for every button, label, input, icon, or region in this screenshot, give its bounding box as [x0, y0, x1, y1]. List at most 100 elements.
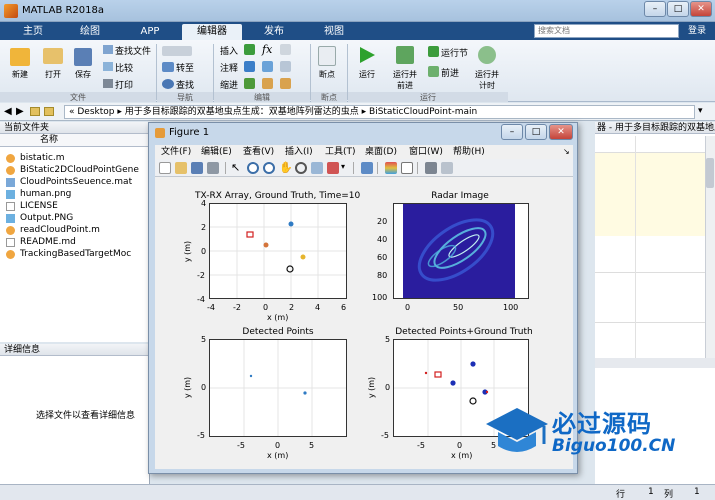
path-desktop[interactable]: Desktop: [77, 107, 114, 117]
run-section-button[interactable]: 运行节: [441, 46, 468, 59]
plot2-xtick: 0: [405, 303, 411, 312]
browse-folder-icon[interactable]: [44, 107, 54, 116]
open-button[interactable]: 打开: [38, 69, 68, 80]
indent-button[interactable]: 缩进: [220, 78, 238, 91]
plot2-ytick: 20: [377, 217, 388, 226]
menu-view[interactable]: 查看(V): [243, 145, 274, 159]
dock-arrow-icon[interactable]: ↘: [563, 147, 570, 156]
fx-icon[interactable]: fx: [262, 43, 272, 56]
goto-button[interactable]: 转至: [176, 61, 194, 74]
insert-section-icon[interactable]: [244, 44, 255, 55]
list-item[interactable]: BiStatic2DCloudPointGene: [6, 164, 139, 176]
list-item[interactable]: bistatic.m: [6, 152, 65, 164]
new-icon: [10, 48, 30, 66]
path-repo[interactable]: BiStaticCloudPoint-main: [369, 107, 477, 117]
login-button[interactable]: 登录: [683, 24, 711, 38]
comment-icon[interactable]: [244, 61, 255, 72]
breakpoints-button[interactable]: 断点: [312, 69, 342, 80]
tab-home[interactable]: 主页: [8, 24, 58, 40]
link-plot-icon[interactable]: [361, 162, 373, 174]
minimize-button[interactable]: –: [644, 1, 666, 17]
menu-window[interactable]: 窗口(W): [409, 145, 443, 159]
pan-icon[interactable]: ✋: [279, 161, 293, 174]
workspace-header: [595, 358, 715, 368]
menu-insert[interactable]: 插入(I): [285, 145, 313, 159]
menu-file[interactable]: 文件(F): [161, 145, 191, 159]
close-button[interactable]: ✕: [690, 1, 712, 17]
brush-icon[interactable]: [327, 162, 339, 174]
compare-button[interactable]: 比较: [115, 61, 133, 74]
increase-indent-icon[interactable]: [262, 78, 273, 89]
maximize-button[interactable]: □: [667, 1, 689, 17]
pointer-icon[interactable]: ↖: [231, 161, 240, 174]
list-item[interactable]: readCloudPoint.m: [6, 224, 100, 236]
figure-close-button[interactable]: ✕: [549, 124, 573, 140]
new-button[interactable]: 新建: [4, 69, 36, 80]
run-button[interactable]: 运行: [352, 69, 382, 80]
scrollbar-thumb[interactable]: [706, 158, 714, 188]
divider: [377, 162, 378, 174]
tab-publish[interactable]: 发布: [246, 24, 302, 40]
menu-help[interactable]: 帮助(H): [453, 145, 485, 159]
colorbar-icon[interactable]: [385, 162, 397, 174]
list-item[interactable]: TrackingBasedTargetMoc: [6, 248, 131, 260]
print-button[interactable]: 打印: [115, 78, 133, 91]
list-item[interactable]: LICENSE: [6, 200, 58, 212]
list-item[interactable]: human.png: [6, 188, 71, 200]
plot2-xtick: 100: [503, 303, 519, 312]
save-button[interactable]: 保存: [68, 69, 98, 80]
tab-apps[interactable]: APP: [122, 24, 178, 40]
list-item[interactable]: Output.PNG: [6, 212, 73, 224]
list-item[interactable]: CloudPointsSeuence.mat: [6, 176, 132, 188]
list-item[interactable]: README.md: [6, 236, 76, 248]
menu-tools[interactable]: 工具(T): [325, 145, 356, 159]
row-label: 行: [616, 490, 626, 500]
column-header-name[interactable]: 名称: [0, 134, 149, 147]
figure-maximize-button[interactable]: □: [525, 124, 547, 140]
run-advance-button[interactable]: 运行并 前进: [388, 69, 422, 91]
find-files-button[interactable]: 查找文件: [115, 44, 151, 57]
smart-indent-icon[interactable]: [244, 78, 255, 89]
brush-dropdown-icon[interactable]: ▾: [341, 162, 345, 171]
advance-button[interactable]: 前进: [441, 66, 459, 79]
zoom-in-icon[interactable]: [247, 162, 259, 174]
insert-button[interactable]: 插入: [220, 44, 238, 57]
menu-edit[interactable]: 编辑(E): [201, 145, 232, 159]
forward-arrow-icon[interactable]: ▶: [16, 106, 24, 117]
path-project[interactable]: 用于多目标跟踪的双基地虫点生成：双基地阵列雷达的虫点: [125, 107, 359, 117]
folder-up-icon[interactable]: [30, 107, 40, 116]
breakpoints-icon: [318, 46, 336, 66]
tab-editor[interactable]: 编辑器: [182, 24, 242, 40]
wrap-comments-icon[interactable]: [280, 61, 291, 72]
plot3-axes[interactable]: [209, 339, 347, 437]
decrease-indent-icon[interactable]: [280, 78, 291, 89]
menu-desktop[interactable]: 桌面(D): [365, 145, 397, 159]
tab-view[interactable]: 视图: [306, 24, 362, 40]
path-dropdown-icon[interactable]: ▾: [698, 106, 703, 116]
open-file-icon[interactable]: [175, 162, 187, 174]
figure-minimize-button[interactable]: –: [501, 124, 523, 140]
target-point: [300, 254, 306, 260]
data-cursor-icon[interactable]: [311, 162, 323, 174]
uncomment-icon[interactable]: [262, 61, 273, 72]
rotate-icon[interactable]: [295, 162, 307, 174]
current-path[interactable]: « Desktop ▸ 用于多目标跟踪的双基地虫点生成：双基地阵列雷达的虫点 ▸…: [64, 105, 695, 119]
find-button[interactable]: 查找: [176, 78, 194, 91]
tab-plots[interactable]: 绘图: [64, 24, 116, 40]
search-input[interactable]: 搜索文档: [534, 24, 679, 38]
zoom-out-icon[interactable]: [263, 162, 275, 174]
watermark-logo: 必过源码 Biguo100.CN: [486, 398, 711, 468]
new-figure-icon[interactable]: [159, 162, 171, 174]
print-figure-icon[interactable]: [207, 162, 219, 174]
plot1-axes[interactable]: [209, 203, 347, 299]
hide-plot-tools-icon[interactable]: [425, 162, 437, 174]
show-plot-tools-icon[interactable]: [441, 162, 453, 174]
run-time-button[interactable]: 运行并 计时: [470, 69, 504, 91]
fx-options-icon[interactable]: [280, 44, 291, 55]
save-figure-icon[interactable]: [191, 162, 203, 174]
legend-icon[interactable]: [401, 162, 413, 174]
back-arrow-icon[interactable]: ◀: [4, 106, 12, 117]
comment-button[interactable]: 注释: [220, 61, 238, 74]
plot3-ytick: -5: [197, 431, 205, 440]
plot2-axes[interactable]: [393, 203, 529, 299]
